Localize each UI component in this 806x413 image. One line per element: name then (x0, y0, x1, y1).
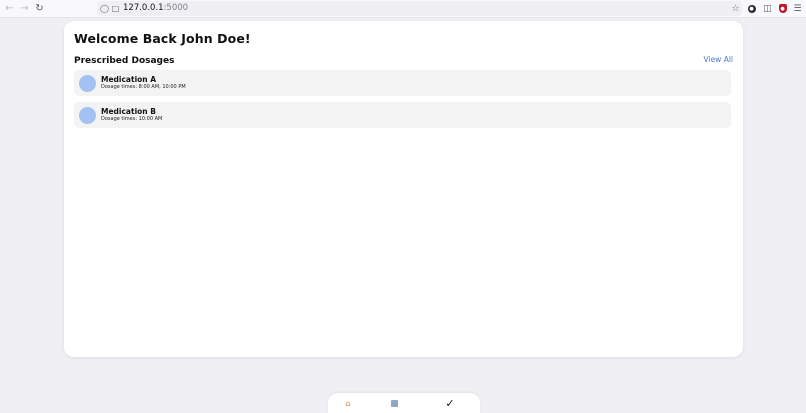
page-title: Welcome Back John Doe! (74, 31, 251, 46)
url-port: :5000 (163, 3, 189, 13)
dosage-times: Dosage times: 10:00 AM (101, 116, 163, 122)
view-all-link[interactable]: View All (704, 55, 733, 64)
reload-icon[interactable]: ↻ (33, 2, 46, 15)
dashboard-card: Welcome Back John Doe! Prescribed Dosage… (64, 21, 743, 357)
checkmark-icon[interactable]: ✓ (443, 397, 457, 410)
back-icon[interactable]: ← (3, 2, 16, 15)
forward-icon[interactable]: → (18, 2, 31, 15)
home-icon[interactable]: ⌂ (341, 397, 355, 409)
browser-toolbar: ← → ↻ ◯ □ 127.0.0.1:5000 ☆ ● ◫ ● ☰ (0, 0, 806, 18)
url-text[interactable]: 127.0.0.1:5000 (123, 2, 188, 15)
medication-name: Medication A (101, 75, 157, 84)
medication-avatar (79, 75, 96, 92)
shield-icon[interactable]: ◯ (99, 3, 110, 14)
extension-icon[interactable]: ● (745, 2, 758, 15)
url-bar[interactable]: ◯ □ 127.0.0.1:5000 (97, 1, 742, 16)
medication-name: Medication B (101, 107, 156, 116)
medication-item[interactable]: Medication B Dosage times: 10:00 AM (74, 102, 731, 128)
hamburger-icon[interactable]: ☰ (791, 2, 804, 15)
ublock-icon[interactable]: ● (776, 2, 789, 15)
list-icon[interactable] (387, 397, 401, 409)
dosage-times: Dosage times: 8:00 AM, 10:00 PM (101, 84, 186, 90)
url-host: 127.0.0.1 (123, 3, 164, 13)
medication-list: Medication A Dosage times: 8:00 AM, 10:0… (74, 70, 731, 134)
puzzle-icon[interactable]: ◫ (761, 2, 774, 15)
page-icon: □ (111, 4, 120, 13)
medication-avatar (79, 107, 96, 124)
star-icon[interactable]: ☆ (729, 2, 742, 15)
section-title: Prescribed Dosages (74, 56, 175, 66)
medication-item[interactable]: Medication A Dosage times: 8:00 AM, 10:0… (74, 70, 731, 96)
bottom-nav: ⌂ ✓ (328, 393, 480, 413)
